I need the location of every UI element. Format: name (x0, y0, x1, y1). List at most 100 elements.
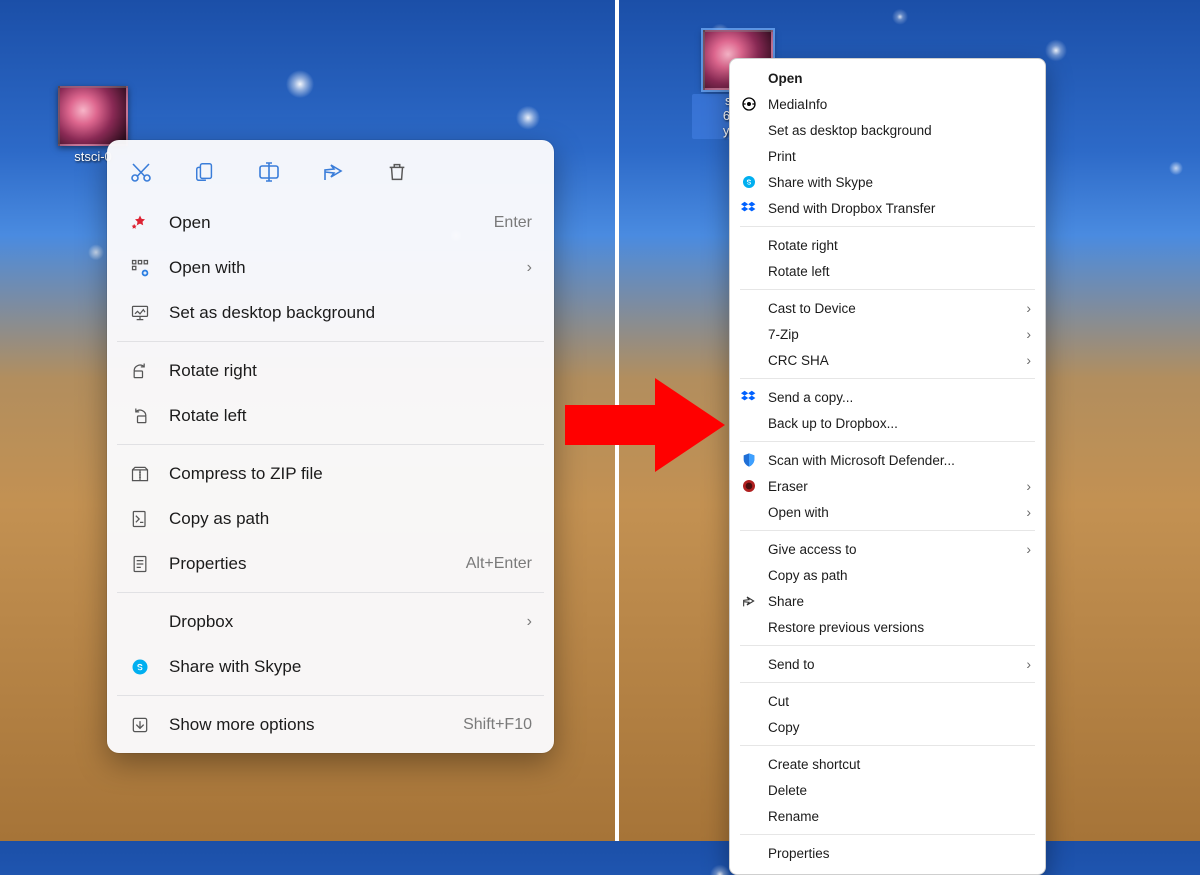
skype-icon (740, 173, 758, 191)
menu-item-label: Rotate right (768, 238, 1031, 253)
chevron-right-icon: › (1026, 326, 1031, 342)
menu-item-open[interactable]: OpenEnter (107, 200, 554, 245)
menu-item-label: MediaInfo (768, 97, 1031, 112)
menu-item-delete[interactable]: Delete (730, 777, 1045, 803)
menu-item-label: Cut (768, 694, 1031, 709)
menu-item-open[interactable]: Open (730, 65, 1045, 91)
menu-item-set-as-desktop-background[interactable]: Set as desktop background (730, 117, 1045, 143)
blank-icon (740, 503, 758, 521)
menu-item-label: Share (768, 594, 1031, 609)
menu-item-open-with[interactable]: Open with› (730, 499, 1045, 525)
menu-item-accelerator: Shift+F10 (463, 716, 532, 734)
menu-item-properties[interactable]: Properties (730, 840, 1045, 866)
menu-item-rename[interactable]: Rename (730, 803, 1045, 829)
menu-item-back-up-to-dropbox[interactable]: Back up to Dropbox... (730, 410, 1045, 436)
separator (740, 682, 1035, 683)
menu-item-label: CRC SHA (768, 353, 1026, 368)
menu-item-restore-previous-versions[interactable]: Restore previous versions (730, 614, 1045, 640)
blank-icon (740, 540, 758, 558)
menu-item-label: Eraser (768, 479, 1026, 494)
separator (740, 745, 1035, 746)
blank-icon (740, 566, 758, 584)
menu-item-rotate-right[interactable]: Rotate right (730, 232, 1045, 258)
menu-item-send-with-dropbox-transfer[interactable]: Send with Dropbox Transfer (730, 195, 1045, 221)
chevron-right-icon: › (1026, 541, 1031, 557)
more-icon (129, 714, 151, 736)
blank-icon (740, 299, 758, 317)
rename-icon[interactable] (255, 158, 283, 186)
menu-item-set-as-desktop-background[interactable]: Set as desktop background (107, 290, 554, 335)
menu-item-eraser[interactable]: Eraser› (730, 473, 1045, 499)
menu-item-accelerator: Alt+Enter (466, 555, 532, 573)
blank-icon (740, 325, 758, 343)
separator (740, 378, 1035, 379)
blank-icon (740, 236, 758, 254)
blank-icon (740, 351, 758, 369)
menu-item-copy-as-path[interactable]: Copy as path (107, 496, 554, 541)
menu-item-copy[interactable]: Copy (730, 714, 1045, 740)
menu-item-label: Print (768, 149, 1031, 164)
menu-item-label: Rotate left (169, 406, 532, 426)
menu-item-label: Open with (169, 258, 527, 278)
menu-item-show-more-options[interactable]: Show more optionsShift+F10 (107, 702, 554, 747)
menu-item-open-with[interactable]: Open with› (107, 245, 554, 290)
menu-item-label: Send a copy... (768, 390, 1031, 405)
menu-item-share-with-skype[interactable]: Share with Skype (730, 169, 1045, 195)
blank-icon (740, 781, 758, 799)
menu-item-create-shortcut[interactable]: Create shortcut (730, 751, 1045, 777)
menu-item-share[interactable]: Share (730, 588, 1045, 614)
menu-item-scan-with-microsoft-defender[interactable]: Scan with Microsoft Defender... (730, 447, 1045, 473)
chevron-right-icon: › (527, 259, 532, 277)
menu-item-label: Give access to (768, 542, 1026, 557)
blank-icon (740, 618, 758, 636)
menu-item-label: Dropbox (169, 612, 527, 632)
zip-icon (129, 463, 151, 485)
separator (740, 441, 1035, 442)
menu-item-mediainfo[interactable]: MediaInfo (730, 91, 1045, 117)
menu-item-rotate-left[interactable]: Rotate left (730, 258, 1045, 284)
blank-icon (740, 655, 758, 673)
separator (117, 444, 544, 445)
skype-icon (129, 656, 151, 678)
menu-item-label: Show more options (169, 715, 463, 735)
menu-item-label: 7-Zip (768, 327, 1026, 342)
menu-item-label: Copy as path (169, 509, 532, 529)
blank-icon (129, 611, 151, 633)
menu-item-properties[interactable]: PropertiesAlt+Enter (107, 541, 554, 586)
menu-item-send-a-copy[interactable]: Send a copy... (730, 384, 1045, 410)
menu-item-cut[interactable]: Cut (730, 688, 1045, 714)
red-arrow-icon (560, 370, 730, 480)
menu-item-share-with-skype[interactable]: Share with Skype (107, 644, 554, 689)
share-icon (740, 592, 758, 610)
separator (740, 530, 1035, 531)
chevron-right-icon: › (1026, 504, 1031, 520)
menu-item-label: Share with Skype (169, 657, 532, 677)
menu-item-label: Set as desktop background (169, 303, 532, 323)
separator (740, 645, 1035, 646)
menu-item-label: Compress to ZIP file (169, 464, 532, 484)
blank-icon (740, 262, 758, 280)
menu-item-dropbox[interactable]: Dropbox› (107, 599, 554, 644)
menu-item-label: Properties (169, 554, 466, 574)
menu-item-label: Scan with Microsoft Defender... (768, 453, 1031, 468)
menu-item-compress-to-zip-file[interactable]: Compress to ZIP file (107, 451, 554, 496)
menu-item-label: Restore previous versions (768, 620, 1031, 635)
delete-icon[interactable] (383, 158, 411, 186)
share-icon[interactable] (319, 158, 347, 186)
menu-item-label: Send with Dropbox Transfer (768, 201, 1031, 216)
menu-item-crc-sha[interactable]: CRC SHA› (730, 347, 1045, 373)
menu-item-print[interactable]: Print (730, 143, 1045, 169)
menu-item-7-zip[interactable]: 7-Zip› (730, 321, 1045, 347)
menu-item-rotate-left[interactable]: Rotate left (107, 393, 554, 438)
context-menu-classic: Open MediaInfo Set as desktop background Pr… (729, 58, 1046, 875)
copy-icon[interactable] (191, 158, 219, 186)
menu-item-give-access-to[interactable]: Give access to› (730, 536, 1045, 562)
menu-item-send-to[interactable]: Send to› (730, 651, 1045, 677)
separator (117, 341, 544, 342)
menu-item-copy-as-path[interactable]: Copy as path (730, 562, 1045, 588)
menu-item-rotate-right[interactable]: Rotate right (107, 348, 554, 393)
menu-item-label: Rotate left (768, 264, 1031, 279)
menu-item-cast-to-device[interactable]: Cast to Device› (730, 295, 1045, 321)
cut-icon[interactable] (127, 158, 155, 186)
chevron-right-icon: › (1026, 300, 1031, 316)
